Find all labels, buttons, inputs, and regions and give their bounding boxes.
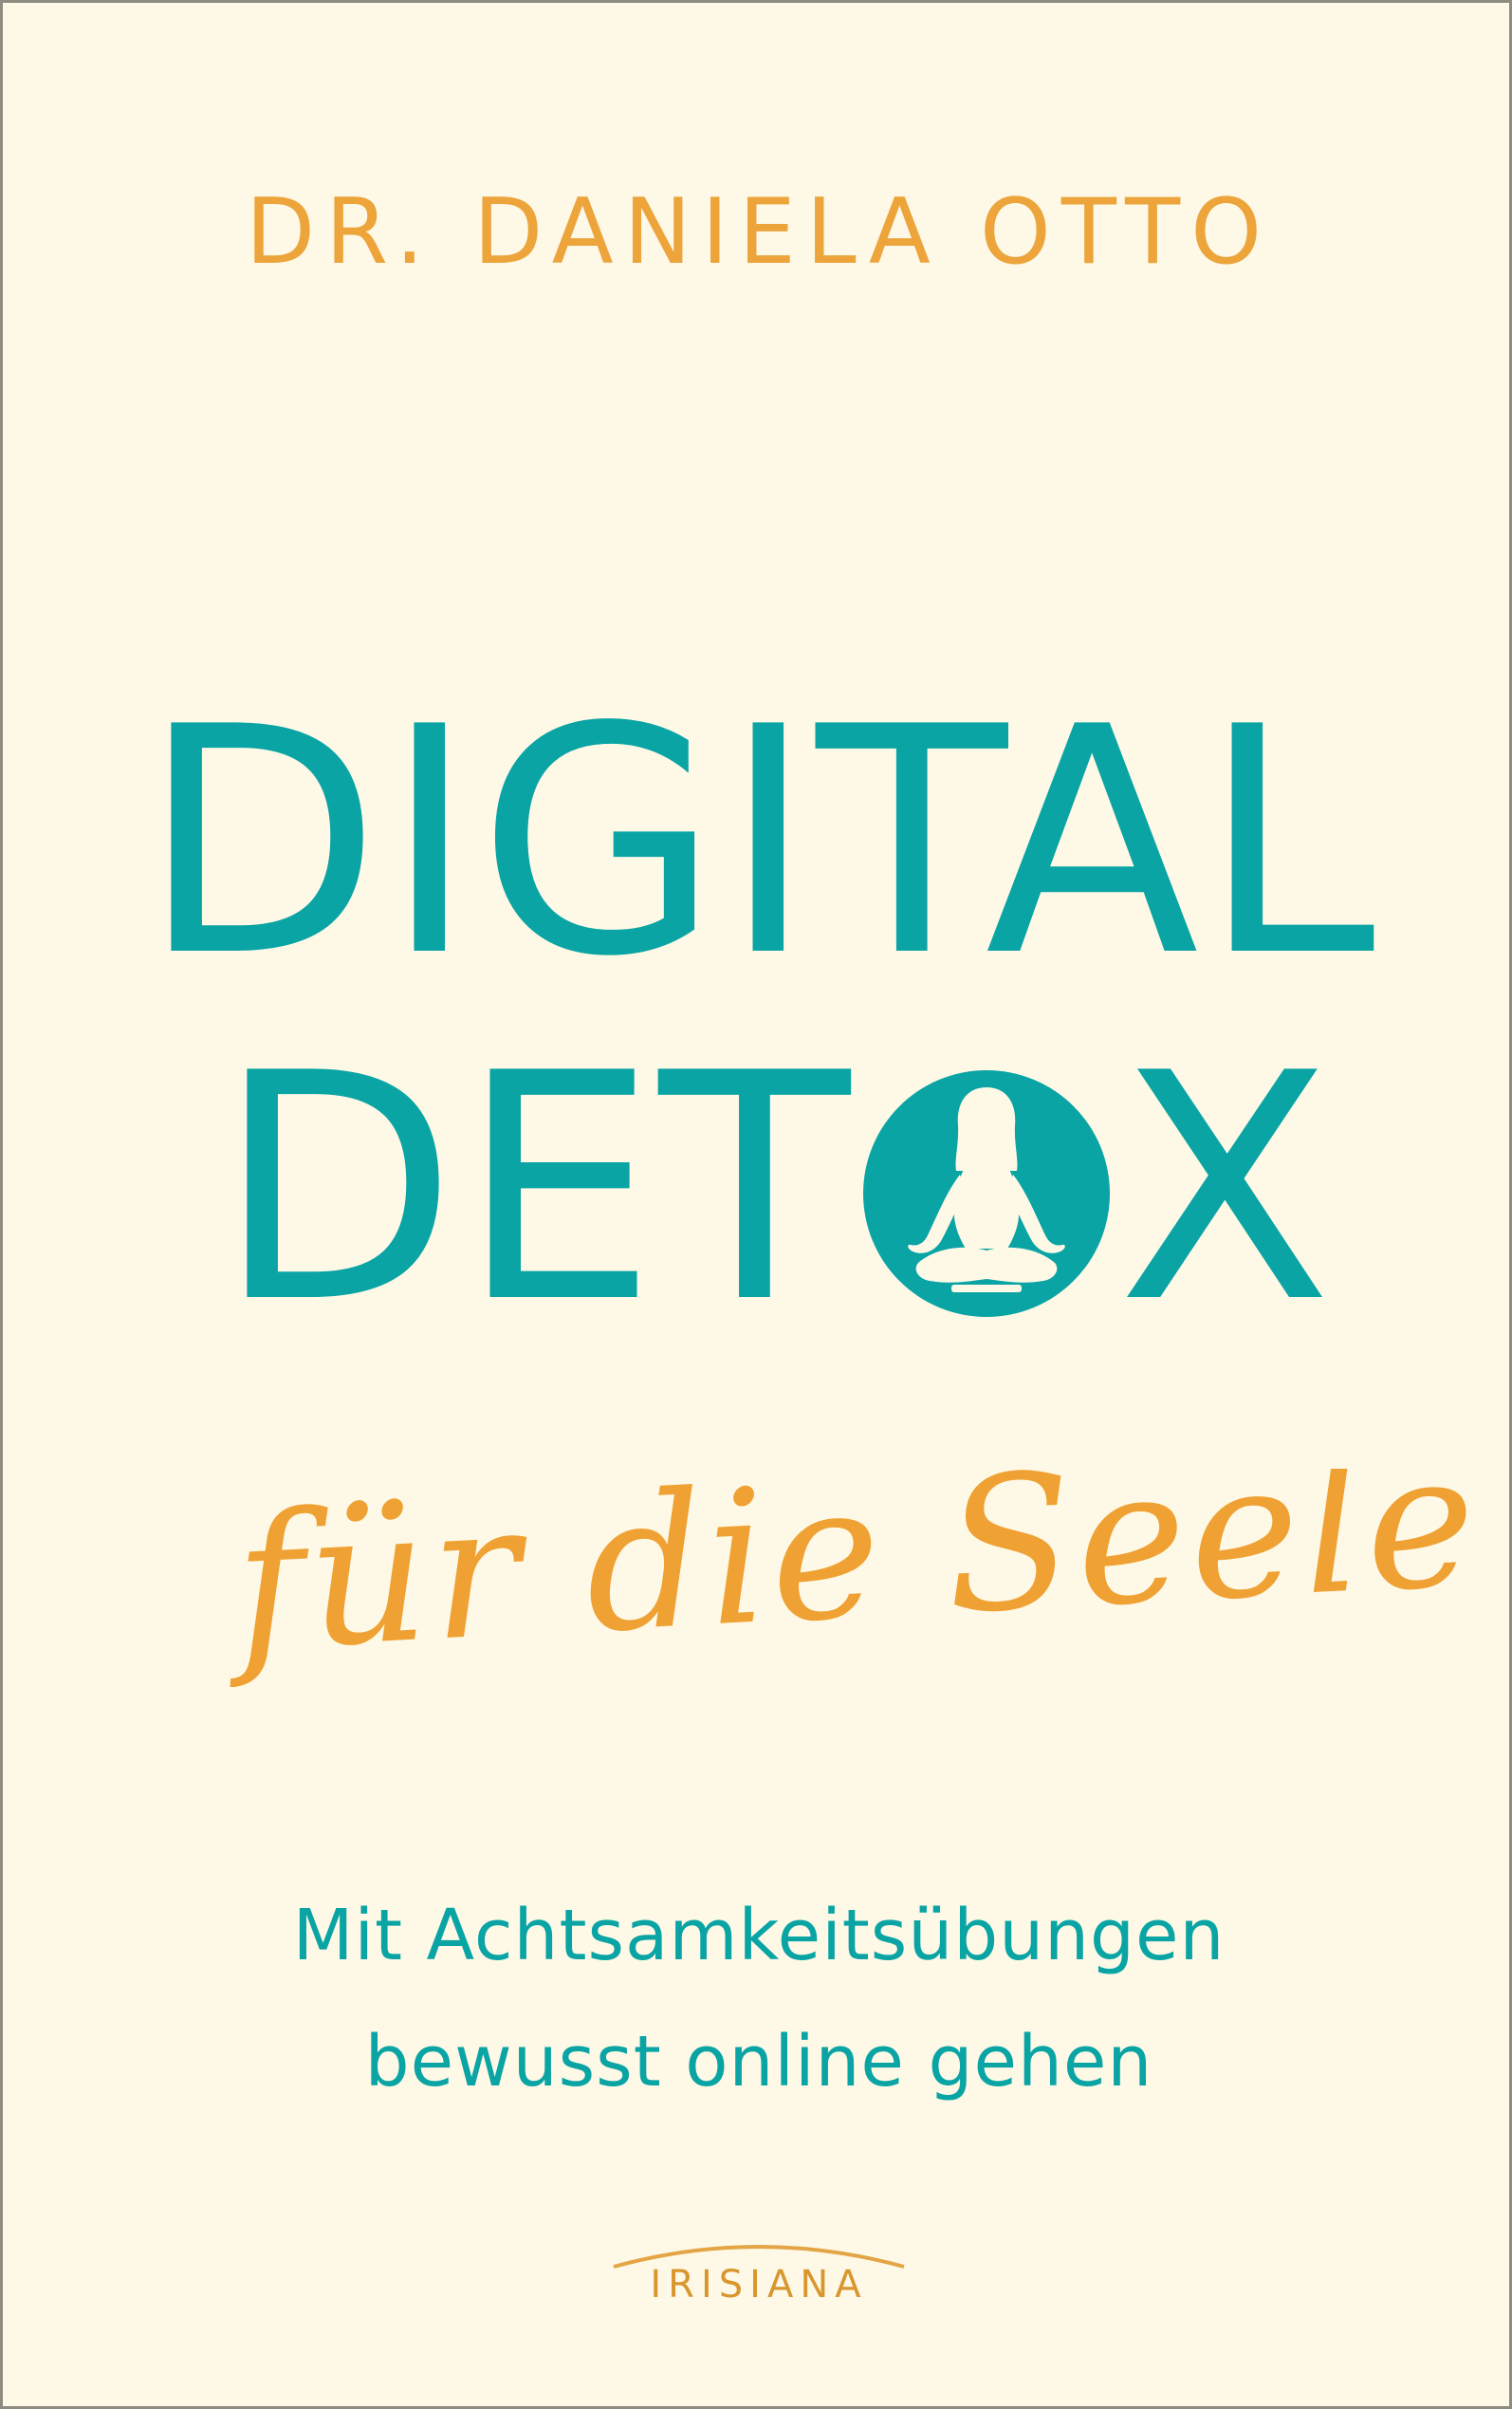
script-subtitle-text: für die Seele xyxy=(219,1469,1484,1687)
title-line-2: DET X xyxy=(216,1032,1332,1345)
publisher-logo: IRISIANA xyxy=(3,2233,1509,2337)
meditation-figure-icon xyxy=(861,1068,1112,1319)
script-subtitle: für die Seele xyxy=(3,1469,1509,1687)
publisher-name: IRISIANA xyxy=(650,2263,868,2307)
title-line-2-prefix: DET xyxy=(216,1007,853,1371)
subtitle-line-2: bewusst online gehen xyxy=(364,2021,1153,2103)
author-name: DR. DANIELA OTTO xyxy=(246,180,1272,285)
title-line-2-suffix: X xyxy=(1117,1007,1333,1371)
subtitle-line-1: Mit Achtsamkeitsübungen xyxy=(292,1895,1226,1976)
title-line-1: DIGITAL xyxy=(139,660,1378,1025)
book-cover: DR. DANIELA OTTO DIGITAL DET X für die S… xyxy=(0,0,1512,2409)
